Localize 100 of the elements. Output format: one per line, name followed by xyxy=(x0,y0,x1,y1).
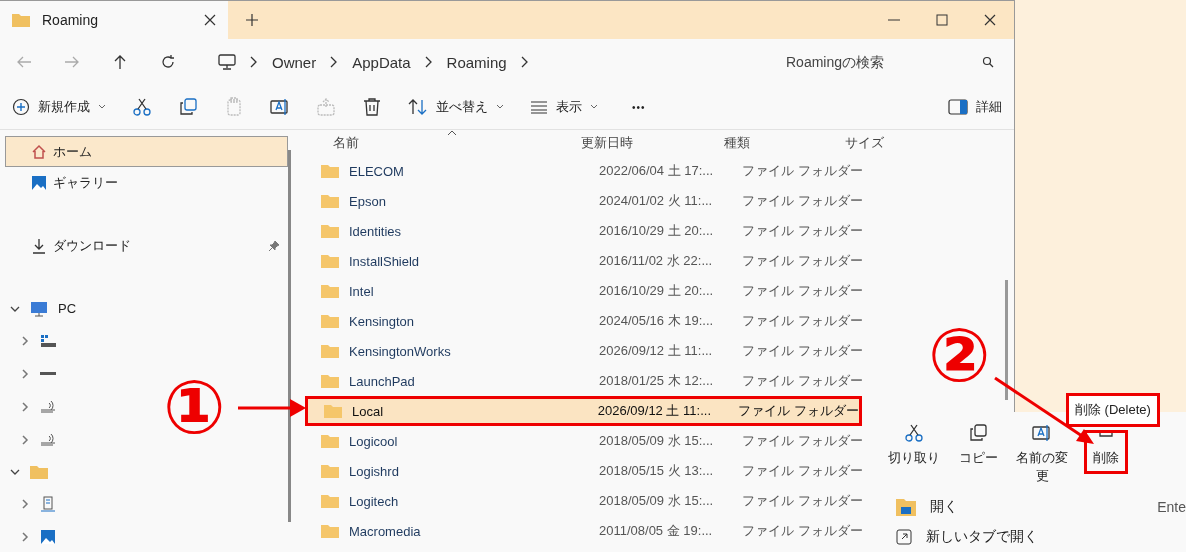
file-name: Epson xyxy=(348,193,387,209)
modified-date: 2016/11/02 水 22:... xyxy=(599,252,714,270)
monitor-icon[interactable] xyxy=(218,54,236,70)
file-type: ファイル フォルダー xyxy=(742,162,863,180)
folder-icon xyxy=(321,164,339,178)
arrow-icon[interactable] xyxy=(112,54,128,70)
modified-date: 2018/05/09 水 15:... xyxy=(599,492,715,510)
breadcrumb-item[interactable]: Owner xyxy=(272,53,317,71)
tree-item[interactable]: PC xyxy=(5,293,288,324)
file-row[interactable]: Identities 2016/10/29 土 20:... ファイル フォルダー xyxy=(313,216,868,246)
folder-icon xyxy=(12,13,30,27)
drive-icon xyxy=(40,372,56,375)
file-row[interactable]: InstallShield 2016/11/02 水 22:... ファイル フォルダー xyxy=(313,246,868,276)
sidebar-label: ホーム xyxy=(53,142,92,161)
file-row[interactable]: Kensington 2024/05/16 木 19:... ファイル フォルダー xyxy=(313,306,868,336)
file-type: ファイル フォルダー xyxy=(742,522,863,540)
copy-icon[interactable] xyxy=(178,97,198,117)
modified-date: 2026/09/12 土 11:... xyxy=(597,402,712,420)
modified-date: 2018/05/09 水 15:... xyxy=(599,432,715,450)
file-row[interactable]: Logishrd 2018/05/15 火 13:... ファイル フォルダー xyxy=(313,456,868,486)
menu-action-button[interactable]: コピー xyxy=(946,412,1010,470)
file-row[interactable]: ELECOM 2022/06/04 土 17:... ファイル フォルダー xyxy=(313,156,868,186)
breadcrumb-item[interactable]: AppData xyxy=(352,53,411,71)
folder-icon xyxy=(321,224,339,238)
plus-icon[interactable] xyxy=(246,14,258,26)
menu-action-button[interactable]: 削除 xyxy=(1084,430,1128,474)
toolbar-button[interactable]: 新規作成 xyxy=(12,98,106,116)
sidebar-item[interactable]: ホーム xyxy=(5,136,288,167)
monitor-icon xyxy=(30,300,48,317)
caret-icon xyxy=(98,104,106,110)
column-header[interactable]: 名前 xyxy=(313,134,581,152)
file-row[interactable]: Epson 2024/01/02 火 11:... ファイル フォルダー xyxy=(313,186,868,216)
file-row[interactable]: KensingtonWorks 2026/09/12 土 11:... ファイル フォルダー xyxy=(313,336,868,366)
toolbar-button[interactable]: 表示 xyxy=(530,98,598,116)
image-icon xyxy=(31,174,47,191)
search-field[interactable]: Roamingの検索 xyxy=(784,53,994,71)
chevron-icon[interactable] xyxy=(250,56,258,68)
file-row[interactable]: Macromedia 2011/08/05 金 19:... ファイル フォルダー xyxy=(313,516,868,546)
file-row[interactable]: LaunchPad 2018/01/25 木 12:... ファイル フォルダー xyxy=(313,366,868,396)
step-number: ② xyxy=(928,318,991,392)
folder-icon xyxy=(321,374,339,388)
modified-date: 2018/01/25 木 12:... xyxy=(599,372,715,390)
tab[interactable]: Roaming xyxy=(0,1,228,39)
refresh-icon[interactable] xyxy=(160,54,176,70)
file-name: Macromedia xyxy=(348,523,422,539)
sidebar-item[interactable]: ギャラリー xyxy=(5,167,288,198)
caret-icon xyxy=(496,104,504,110)
file-type: ファイル フォルダー xyxy=(742,222,863,240)
new-tab-icon xyxy=(896,529,912,545)
caret-icon xyxy=(447,130,457,136)
sidebar-item[interactable]: ダウンロード xyxy=(5,230,288,261)
file-name: Intel xyxy=(348,283,375,299)
download-icon xyxy=(31,237,47,254)
more-button[interactable]: ••• xyxy=(632,101,646,113)
close-icon[interactable] xyxy=(204,14,216,26)
file-name: Kensington xyxy=(348,313,416,329)
column-header[interactable]: サイズ xyxy=(845,134,884,152)
file-name: Local xyxy=(351,403,385,419)
menu-item[interactable]: 開く Ente xyxy=(880,492,1186,522)
caret-icon xyxy=(590,104,598,110)
menu-item[interactable]: 新しいタブで開く xyxy=(880,522,1186,552)
chevron-icon[interactable] xyxy=(520,56,529,68)
maximize-icon[interactable] xyxy=(936,14,948,26)
folder-icon xyxy=(30,464,48,479)
file-name: InstallShield xyxy=(348,253,421,269)
details-button[interactable]: 詳細 xyxy=(948,98,1002,116)
scissors-icon[interactable] xyxy=(132,97,152,117)
column-header[interactable]: 種類 xyxy=(724,134,845,152)
file-name: KensingtonWorks xyxy=(348,343,452,359)
copy-icon xyxy=(968,423,988,443)
drive-icon xyxy=(40,333,56,348)
modified-date: 2024/05/16 木 19:... xyxy=(599,312,715,330)
file-row[interactable]: Logicool 2018/05/09 水 15:... ファイル フォルダー xyxy=(313,426,868,456)
file-type: ファイル フォルダー xyxy=(742,252,863,270)
chevron-icon[interactable] xyxy=(424,56,433,68)
toolbar-button[interactable]: 並べ替え xyxy=(408,98,504,116)
file-row[interactable]: Logitech 2018/05/09 水 15:... ファイル フォルダー xyxy=(313,486,868,516)
modified-date: 2022/06/04 土 17:... xyxy=(599,162,715,180)
file-row[interactable]: Intel 2016/10/29 土 20:... ファイル フォルダー xyxy=(313,276,868,306)
file-type: ファイル フォルダー xyxy=(738,402,859,420)
folder-icon xyxy=(321,344,339,358)
folder-icon xyxy=(321,314,339,328)
sort-icon xyxy=(408,98,428,116)
modified-date: 2016/10/29 土 20:... xyxy=(599,282,715,300)
sidebar-label: ギャラリー xyxy=(53,173,118,192)
column-header[interactable]: 更新日時 xyxy=(581,134,724,152)
folder-icon xyxy=(321,464,339,478)
close-icon[interactable] xyxy=(984,14,996,26)
file-type: ファイル フォルダー xyxy=(742,312,863,330)
breadcrumb-item[interactable]: Roaming xyxy=(446,53,507,71)
chevron-icon[interactable] xyxy=(330,56,339,68)
tooltip: 削除 (Delete) xyxy=(1066,393,1160,427)
file-row[interactable]: Local 2026/09/12 土 11:... ファイル フォルダー xyxy=(305,396,862,426)
file-type: ファイル フォルダー xyxy=(742,492,863,510)
folder-icon xyxy=(321,284,339,298)
rename-icon[interactable] xyxy=(270,97,290,117)
menu-action-button[interactable]: 切り取り xyxy=(882,412,946,470)
folder-icon xyxy=(324,404,342,418)
folder-icon xyxy=(321,194,339,208)
network-drive-icon xyxy=(40,432,56,447)
